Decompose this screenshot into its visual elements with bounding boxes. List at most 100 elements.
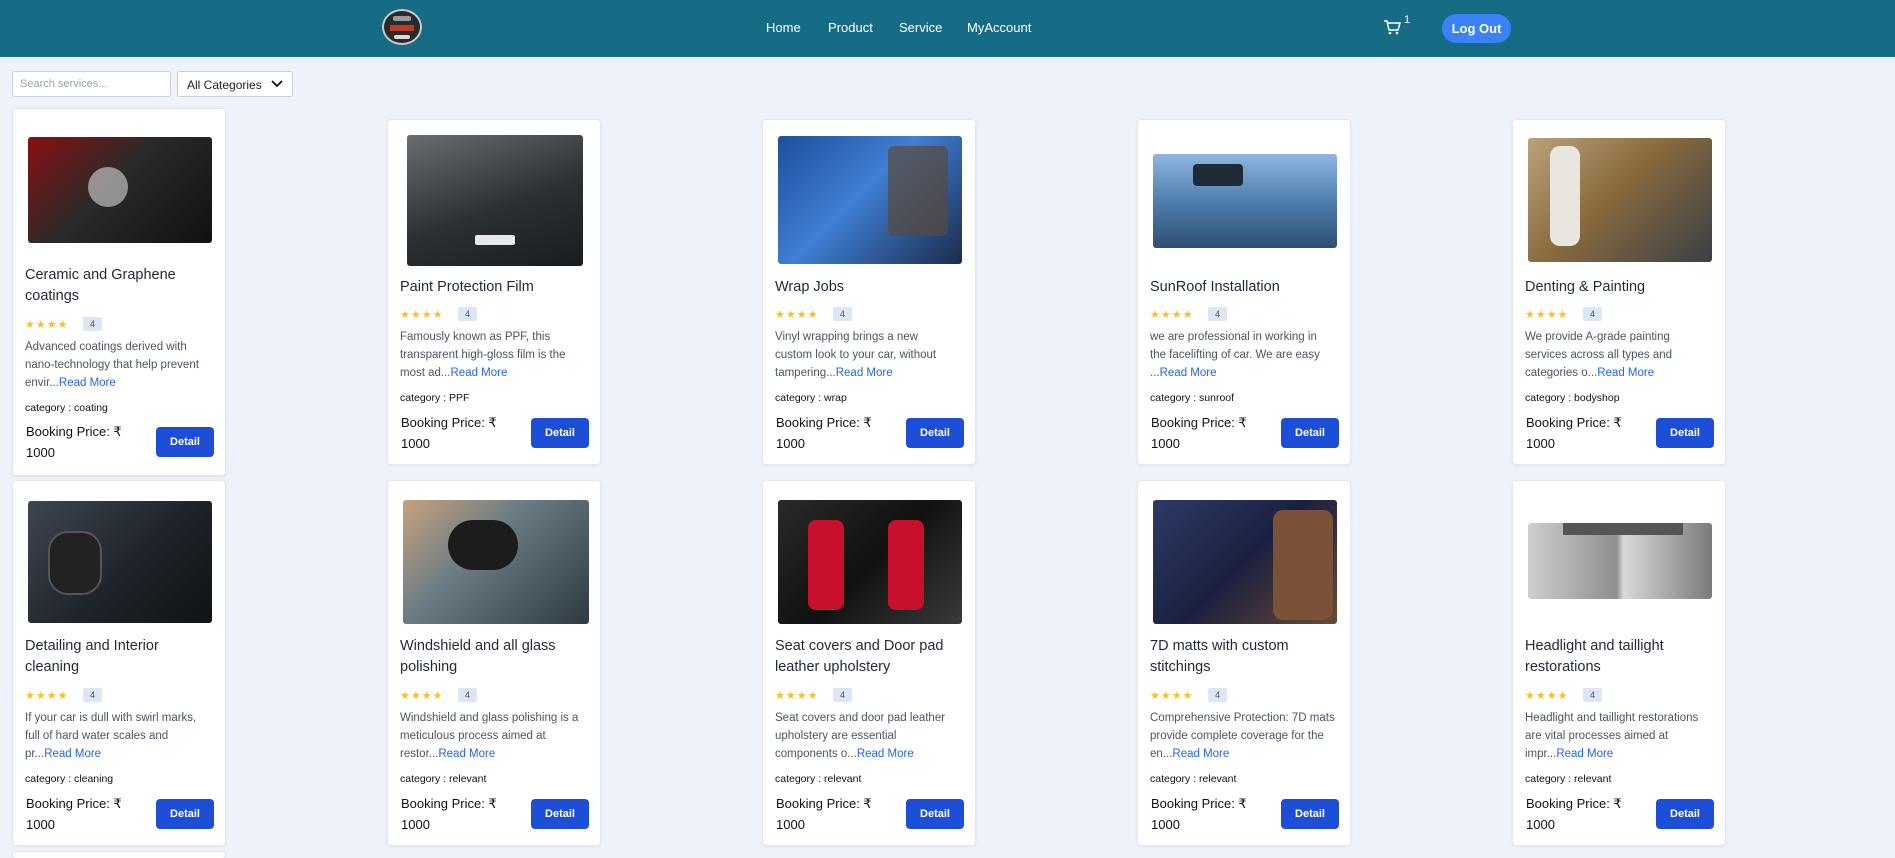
detail-button[interactable]: Detail bbox=[906, 799, 964, 829]
booking-price: Booking Price: ₹1000 bbox=[26, 796, 122, 832]
read-more-link[interactable]: Read More bbox=[857, 748, 914, 760]
service-image[interactable] bbox=[778, 500, 962, 624]
nav-home-link[interactable]: Home bbox=[766, 20, 801, 35]
service-image[interactable] bbox=[403, 500, 589, 624]
rating-badge: 4 bbox=[833, 688, 852, 702]
service-description: Comprehensive Protection: 7D mats provide… bbox=[1150, 712, 1335, 760]
service-category: category : wrap bbox=[775, 392, 847, 404]
service-description: If your car is dull with swirl marks, ful… bbox=[25, 712, 197, 760]
read-more-link[interactable]: Read More bbox=[451, 367, 508, 379]
booking-price: Booking Price: ₹1000 bbox=[401, 415, 497, 451]
detail-button[interactable]: Detail bbox=[1656, 799, 1714, 829]
read-more-link[interactable]: Read More bbox=[59, 377, 116, 389]
rating-badge: 4 bbox=[458, 688, 477, 702]
service-card: Headlight and taillight restorations ★★★★… bbox=[1512, 480, 1726, 846]
detail-button[interactable]: Detail bbox=[906, 418, 964, 448]
service-description: Headlight and taillight restorations are … bbox=[1525, 712, 1699, 760]
service-title: Ceramic and Graphene coatings bbox=[25, 267, 176, 304]
service-card: Paint Protection Film ★★★★ 4 Famously kn… bbox=[387, 119, 601, 465]
service-title: Detailing and Interior cleaning bbox=[25, 638, 159, 675]
service-description: Advanced coatings derived with nano-techn… bbox=[25, 341, 199, 389]
service-image[interactable] bbox=[28, 137, 212, 243]
rating-badge: 4 bbox=[83, 317, 102, 331]
booking-price: Booking Price: ₹1000 bbox=[26, 424, 122, 460]
detail-button[interactable]: Detail bbox=[531, 418, 589, 448]
booking-price: Booking Price: ₹1000 bbox=[1151, 796, 1247, 832]
service-card: Ceramic and Graphene coatings ★★★★ 4 Adva… bbox=[12, 108, 226, 476]
detail-button[interactable]: Detail bbox=[1656, 418, 1714, 448]
service-title: SunRoof Installation bbox=[1150, 279, 1280, 295]
booking-price: Booking Price: ₹1000 bbox=[776, 415, 872, 451]
service-description: Windshield and glass polishing is a metic… bbox=[400, 712, 579, 760]
service-category: category : relevant bbox=[775, 773, 862, 785]
service-image[interactable] bbox=[1528, 138, 1712, 262]
detail-button[interactable]: Detail bbox=[156, 427, 214, 457]
rating-stars-icon: ★★★★ bbox=[400, 690, 444, 702]
detail-button[interactable]: Detail bbox=[1281, 799, 1339, 829]
rating-stars-icon: ★★★★ bbox=[1150, 309, 1194, 321]
service-image[interactable] bbox=[1153, 154, 1337, 248]
service-title: 7D matts with custom stitchings bbox=[1150, 638, 1289, 675]
read-more-link[interactable]: Read More bbox=[1172, 748, 1229, 760]
service-description: Famously known as PPF, this transparent h… bbox=[400, 331, 566, 379]
rating-stars-icon: ★★★★ bbox=[775, 309, 819, 321]
service-image[interactable] bbox=[28, 501, 212, 623]
cart-count-badge: 1 bbox=[1404, 14, 1411, 26]
service-card: Windshield and all glass polishing ★★★★ 4… bbox=[387, 480, 601, 846]
service-category: category : sunroof bbox=[1150, 392, 1235, 404]
service-title: Headlight and taillight restorations bbox=[1525, 638, 1664, 675]
service-category: category : bodyshop bbox=[1525, 392, 1620, 404]
service-category: category : PPF bbox=[400, 392, 470, 404]
booking-price: Booking Price: ₹1000 bbox=[1151, 415, 1247, 451]
brand-logo-icon[interactable] bbox=[382, 9, 422, 45]
service-card: SunRoof Installation ★★★★ 4 we are profe… bbox=[1137, 119, 1351, 465]
service-image[interactable] bbox=[1153, 500, 1337, 624]
detail-button[interactable]: Detail bbox=[1281, 418, 1339, 448]
service-category: category : coating bbox=[25, 402, 108, 414]
service-card: 7D matts with custom stitchings ★★★★ 4 Co… bbox=[1137, 480, 1351, 846]
service-category: category : relevant bbox=[400, 773, 487, 785]
service-description: we are professional in working in the fac… bbox=[1150, 331, 1320, 379]
service-card: Seat covers and Door pad leather upholste… bbox=[762, 480, 976, 846]
detail-button[interactable]: Detail bbox=[156, 799, 214, 829]
rating-stars-icon: ★★★★ bbox=[1150, 690, 1194, 702]
rating-stars-icon: ★★★★ bbox=[400, 309, 444, 321]
read-more-link[interactable]: Read More bbox=[1597, 367, 1654, 379]
service-image[interactable] bbox=[778, 136, 962, 264]
nav-service-link[interactable]: Service bbox=[899, 20, 942, 35]
service-description: Vinyl wrapping brings a new custom look t… bbox=[775, 331, 937, 379]
service-title: Windshield and all glass polishing bbox=[400, 638, 556, 675]
read-more-link[interactable]: Read More bbox=[1556, 748, 1613, 760]
service-image[interactable] bbox=[1528, 523, 1712, 599]
read-more-link[interactable]: Read More bbox=[438, 748, 495, 760]
service-title: Wrap Jobs bbox=[775, 279, 845, 295]
service-title: Denting & Painting bbox=[1525, 279, 1646, 295]
rating-badge: 4 bbox=[1208, 307, 1227, 321]
detail-button[interactable]: Detail bbox=[531, 799, 589, 829]
cart-icon[interactable] bbox=[1383, 19, 1401, 35]
booking-price: Booking Price: ₹1000 bbox=[776, 796, 872, 832]
service-category: category : cleaning bbox=[25, 773, 114, 785]
nav-myaccount-link[interactable]: MyAccount bbox=[967, 20, 1031, 35]
nav-product-link[interactable]: Product bbox=[828, 20, 873, 35]
booking-price: Booking Price: ₹1000 bbox=[1526, 796, 1622, 832]
category-select-label: All Categories bbox=[187, 78, 262, 92]
read-more-link[interactable]: Read More bbox=[44, 748, 101, 760]
service-image[interactable] bbox=[407, 135, 583, 266]
rating-badge: 4 bbox=[1583, 688, 1602, 702]
booking-price: Booking Price: ₹1000 bbox=[1526, 415, 1622, 451]
rating-badge: 4 bbox=[1208, 688, 1227, 702]
category-select[interactable]: All Categories bbox=[177, 71, 293, 97]
service-description: We provide A-grade painting services acro… bbox=[1525, 331, 1673, 379]
rating-badge: 4 bbox=[458, 307, 477, 321]
search-input[interactable] bbox=[12, 71, 171, 97]
rating-stars-icon: ★★★★ bbox=[25, 319, 69, 331]
read-more-link[interactable]: Read More bbox=[836, 367, 893, 379]
logout-button[interactable]: Log Out bbox=[1442, 14, 1511, 43]
service-title: Seat covers and Door pad leather upholste… bbox=[775, 638, 944, 675]
rating-badge: 4 bbox=[1583, 307, 1602, 321]
chevron-down-icon bbox=[271, 80, 283, 88]
rating-badge: 4 bbox=[83, 688, 102, 702]
read-more-link[interactable]: Read More bbox=[1160, 367, 1217, 379]
rating-stars-icon: ★★★★ bbox=[775, 690, 819, 702]
